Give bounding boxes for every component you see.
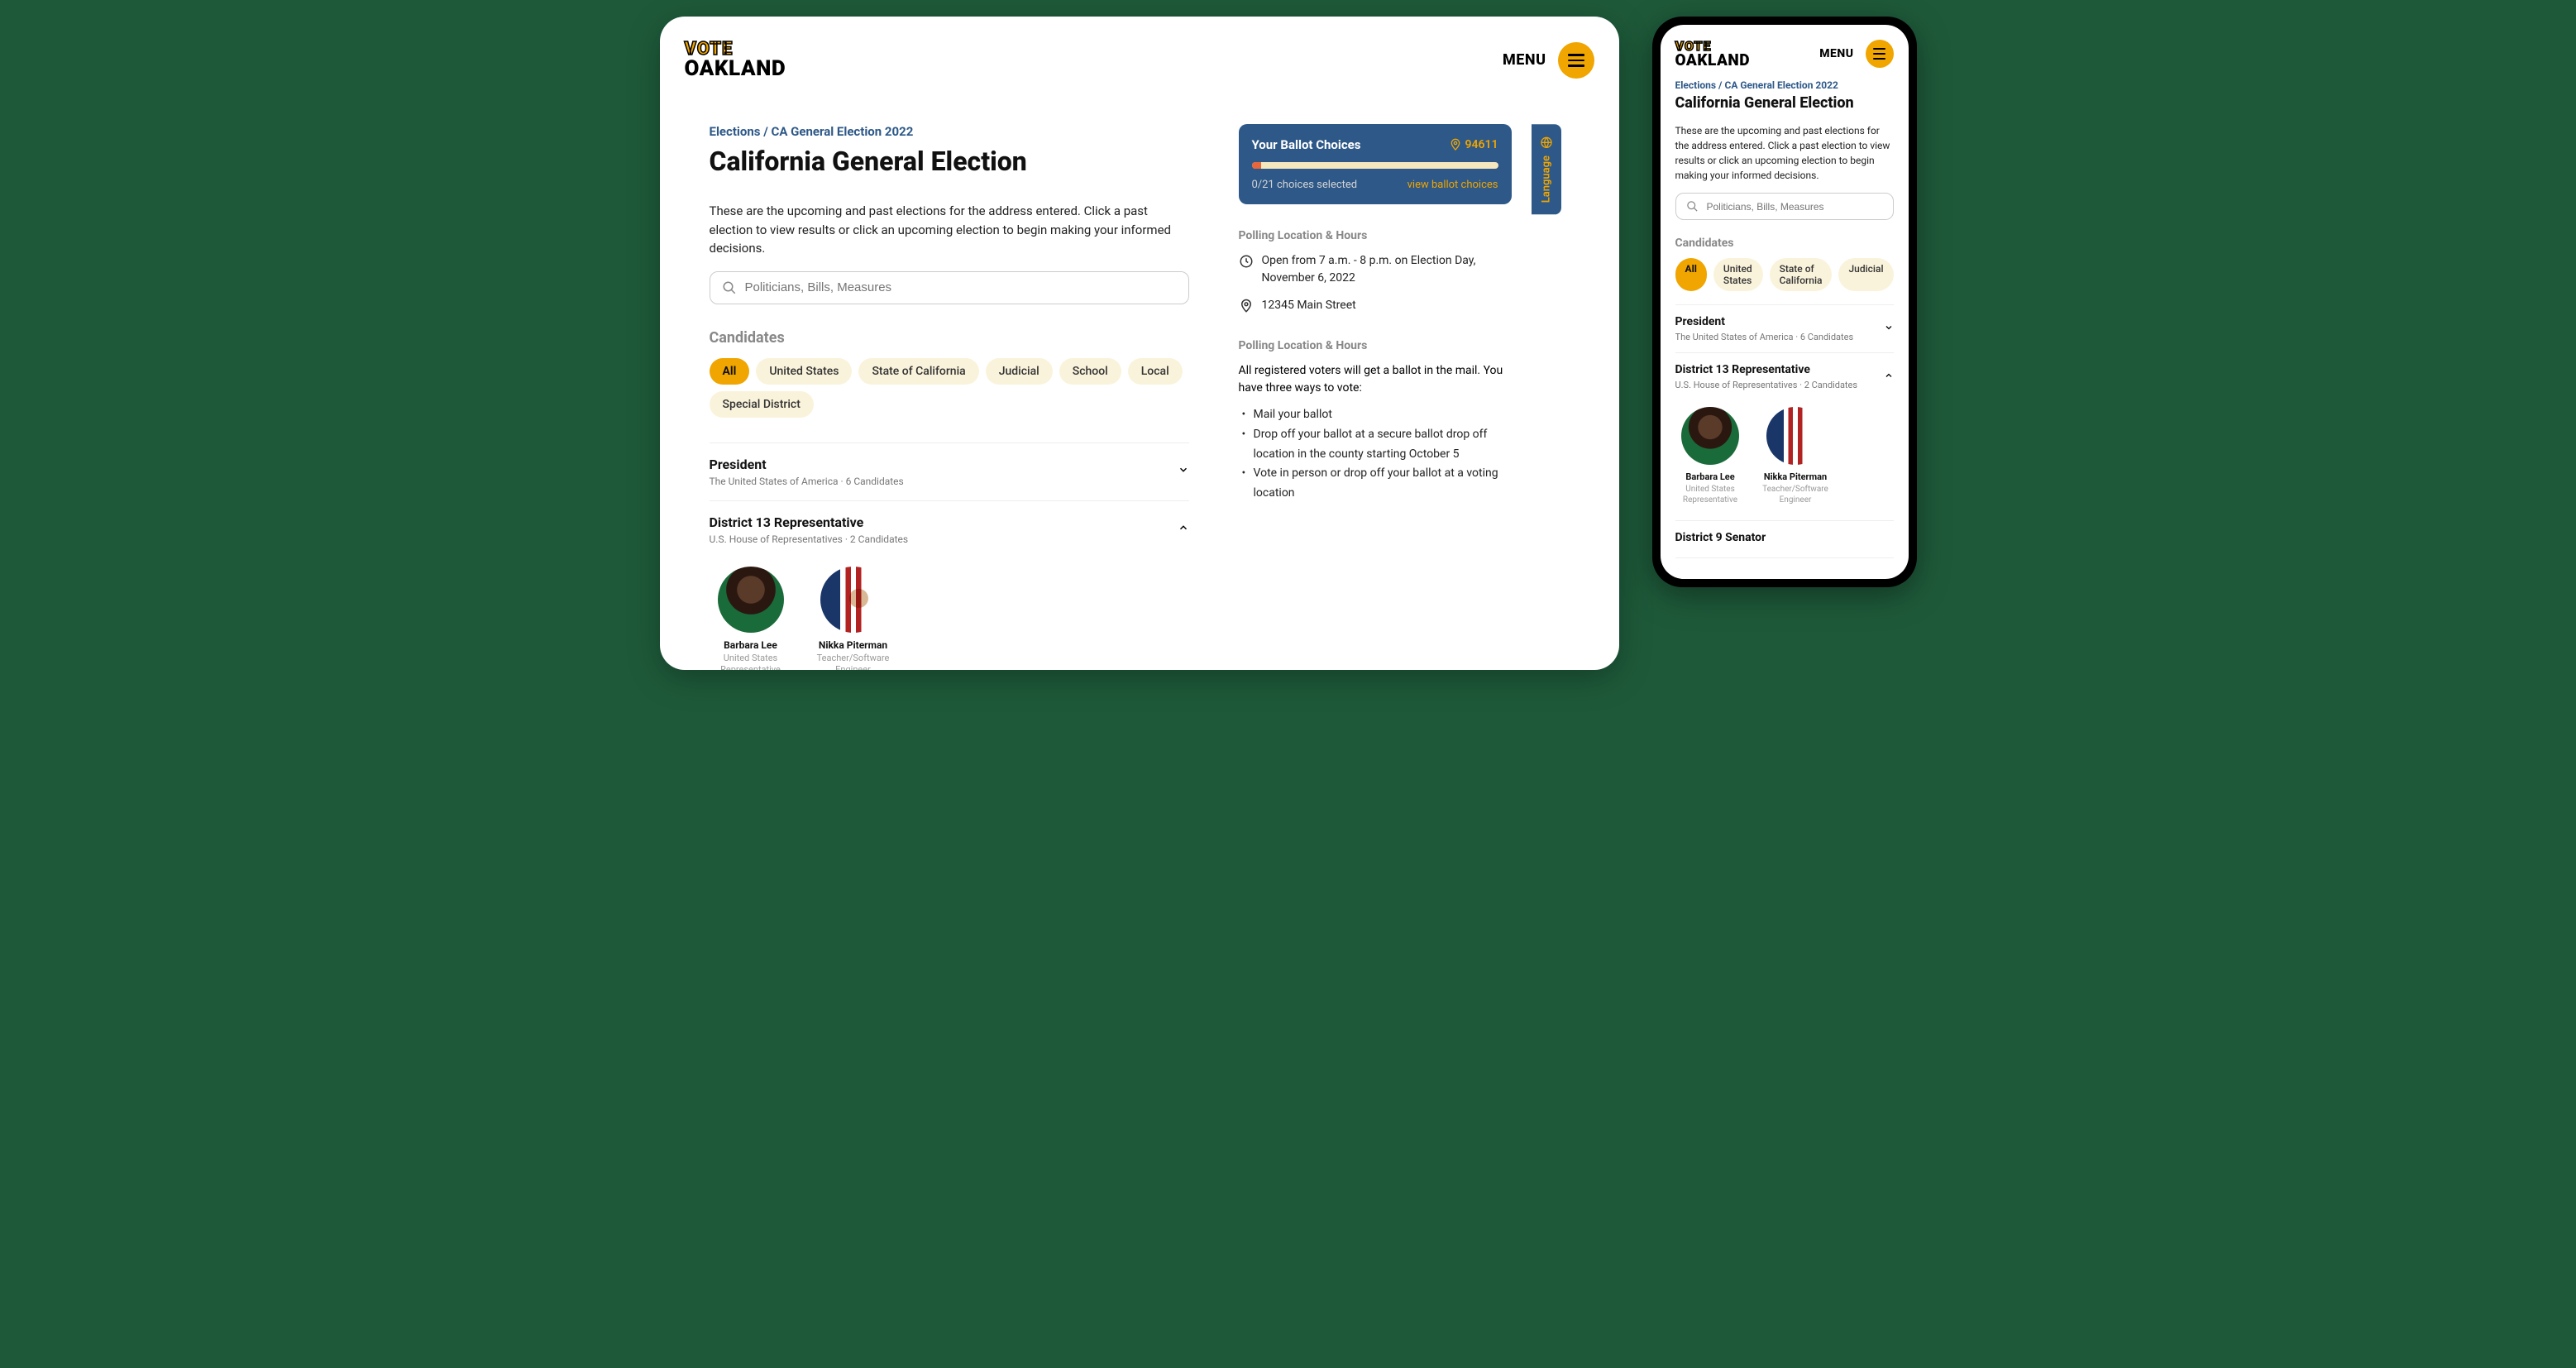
avatar xyxy=(718,567,784,633)
filter-school[interactable]: School xyxy=(1059,358,1121,385)
progress-bar xyxy=(1252,162,1498,169)
race-district-9-toggle[interactable]: District 9 Senator xyxy=(1675,521,1894,557)
breadcrumb-current[interactable]: CA General Election 2022 xyxy=(772,124,914,139)
pin-icon xyxy=(1239,299,1254,313)
breadcrumb-elections[interactable]: Elections xyxy=(1675,79,1717,91)
race-district-13-toggle[interactable]: District 13 Representative U.S. House of… xyxy=(710,501,1189,558)
page-title: California General Election xyxy=(710,146,1189,177)
page-title: California General Election xyxy=(1675,94,1894,112)
ballot-title: Your Ballot Choices xyxy=(1252,137,1361,152)
globe-icon xyxy=(1540,136,1553,149)
breadcrumb: Elections / CA General Election 2022 xyxy=(1675,79,1894,91)
chevron-up-icon xyxy=(1884,371,1894,384)
menu-label: MENU xyxy=(1503,51,1546,69)
avatar xyxy=(1766,407,1824,465)
mobile-viewport: VOTE OAKLAND MENU Elections / CA General… xyxy=(1652,17,1917,587)
filter-special-district[interactable]: Special District xyxy=(710,391,814,418)
desktop-viewport: VOTE OAKLAND MENU Elections / CA General… xyxy=(660,17,1619,670)
hamburger-icon xyxy=(1568,54,1584,56)
race-president: President The United States of America ·… xyxy=(1675,305,1894,353)
filter-united-states[interactable]: United States xyxy=(1713,258,1763,291)
race-president-toggle[interactable]: President The United States of America ·… xyxy=(1675,305,1894,352)
clock-icon xyxy=(1239,254,1254,269)
filter-all[interactable]: All xyxy=(710,358,750,385)
ballot-count: 0/21 choices selected xyxy=(1252,179,1358,191)
race-president: President The United States of America ·… xyxy=(710,443,1189,501)
chevron-down-icon xyxy=(1178,464,1189,479)
filter-local[interactable]: Local xyxy=(1128,358,1183,385)
filter-united-states[interactable]: United States xyxy=(756,358,852,385)
candidate-nikka-piterman[interactable]: Nikka Piterman Teacher/Software Engineer xyxy=(1761,407,1831,505)
menu-button[interactable] xyxy=(1866,40,1894,68)
chevron-down-icon xyxy=(1884,323,1894,336)
filter-judicial[interactable]: Judicial xyxy=(1838,258,1893,291)
search-icon xyxy=(722,280,737,295)
race-president-toggle[interactable]: President The United States of America ·… xyxy=(710,443,1189,500)
hamburger-icon xyxy=(1873,48,1885,50)
ballot-choices-card: Your Ballot Choices 94611 0/21 choices s… xyxy=(1239,124,1512,204)
candidates-section-label: Candidates xyxy=(1675,237,1894,250)
ballot-zip[interactable]: 94611 xyxy=(1449,138,1498,151)
language-tab[interactable]: Language xyxy=(1532,124,1561,214)
voting-options-list: Mail your ballot Drop off your ballot at… xyxy=(1239,405,1512,504)
intro-text: These are the upcoming and past election… xyxy=(710,202,1189,258)
candidates-section-label: Candidates xyxy=(710,329,1189,347)
menu-button[interactable] xyxy=(1558,42,1594,79)
filter-all[interactable]: All xyxy=(1675,258,1707,291)
breadcrumb-current[interactable]: CA General Election 2022 xyxy=(1724,79,1838,91)
race-district-13: District 13 Representative U.S. House of… xyxy=(710,501,1189,671)
candidate-barbara-lee[interactable]: Barbara Lee United States Representative xyxy=(710,567,792,671)
search-input[interactable] xyxy=(1675,193,1894,220)
breadcrumb-elections[interactable]: Elections xyxy=(710,124,761,139)
filter-state-of-california[interactable]: State of California xyxy=(858,358,978,385)
intro-text: These are the upcoming and past election… xyxy=(1675,123,1894,183)
candidate-barbara-lee[interactable]: Barbara Lee United States Representative xyxy=(1675,407,1746,505)
polling-location-title: Polling Location & Hours xyxy=(1239,229,1512,242)
chevron-up-icon xyxy=(1178,522,1189,537)
logo[interactable]: VOTE OAKLAND xyxy=(1675,40,1751,67)
filter-chips: All United States State of California Ju… xyxy=(1675,258,1894,291)
breadcrumb: Elections / CA General Election 2022 xyxy=(710,124,1189,139)
candidate-nikka-piterman[interactable]: Nikka Piterman Teacher/Software Engineer xyxy=(812,567,895,671)
search-input[interactable] xyxy=(710,271,1189,304)
logo[interactable]: VOTE OAKLAND xyxy=(685,41,786,79)
filter-judicial[interactable]: Judicial xyxy=(986,358,1053,385)
avatar xyxy=(820,567,887,633)
pin-icon xyxy=(1449,138,1462,151)
search-icon xyxy=(1686,200,1699,213)
filter-state-of-california[interactable]: State of California xyxy=(1770,258,1833,291)
filter-chips: All United States State of California Ju… xyxy=(710,358,1189,418)
race-district-13-toggle[interactable]: District 13 Representative U.S. House of… xyxy=(1675,353,1894,400)
menu-label: MENU xyxy=(1819,47,1853,60)
avatar xyxy=(1681,407,1739,465)
voting-options-title: Polling Location & Hours xyxy=(1239,339,1512,352)
race-district-9: District 9 Senator xyxy=(1675,521,1894,558)
race-district-13: District 13 Representative U.S. House of… xyxy=(1675,353,1894,521)
view-ballot-link[interactable]: view ballot choices xyxy=(1407,179,1498,191)
